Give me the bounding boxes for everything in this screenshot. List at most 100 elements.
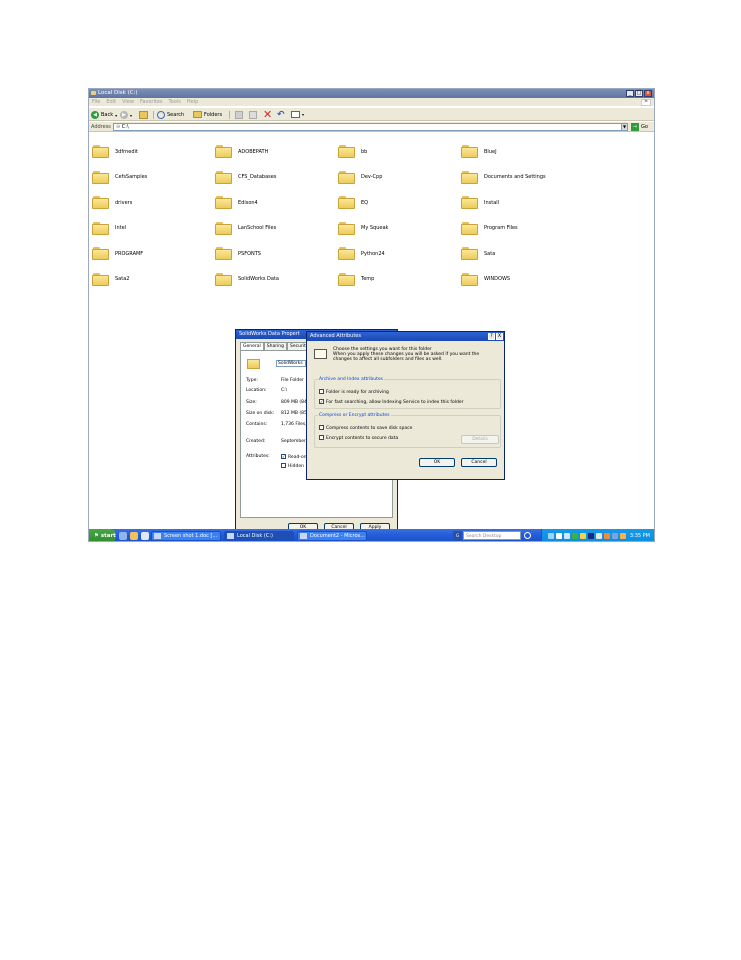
start-button[interactable]: ⚑ start [89, 529, 116, 541]
folders-label: Folders [204, 111, 223, 118]
advanced-ok-button[interactable]: OK [419, 458, 455, 467]
desktop-quicklaunch-icon[interactable] [141, 532, 149, 540]
folder-item[interactable]: Sata [461, 241, 584, 266]
compress-checkbox[interactable] [319, 425, 324, 430]
security-tray-icon[interactable] [556, 533, 562, 539]
menu-favorites[interactable]: Favorites [140, 99, 163, 105]
menu-view[interactable]: View [122, 99, 134, 105]
menu-tools[interactable]: Tools [169, 99, 181, 105]
compress-encrypt-title: Compress or Encrypt attributes [318, 413, 391, 418]
folder-label: SolidWorks Data [238, 276, 279, 283]
folder-name-input[interactable]: SolidWorks [276, 360, 306, 367]
folder-item[interactable]: Dev-Cpp [338, 165, 461, 190]
folder-item[interactable]: PSFONTS [215, 241, 338, 266]
address-input[interactable]: ⊖ C:\ [113, 123, 623, 131]
folder-item[interactable]: Intel [92, 216, 215, 241]
close-button[interactable]: x [644, 90, 652, 97]
up-folder-button[interactable] [139, 111, 148, 119]
tab-sharing[interactable]: Sharing [263, 342, 288, 350]
tab-general[interactable]: General [240, 342, 264, 350]
menu-file[interactable]: File [92, 99, 100, 105]
advanced-title-bar[interactable]: Advanced Attributes ? X [307, 332, 504, 341]
folder-item[interactable]: bb [338, 139, 461, 164]
folder-item[interactable]: ADOBEPATH [215, 139, 338, 164]
back-label: Back [101, 112, 114, 118]
folder-item[interactable]: CFS_Databases [215, 165, 338, 190]
undo-button[interactable]: ↶ [277, 111, 285, 120]
archiving-option[interactable]: Folder is ready for archiving [319, 389, 389, 395]
chevron-down-icon: ▾ [302, 112, 305, 117]
folder-item[interactable]: LanSchool Files [215, 216, 338, 241]
display-tray-icon[interactable] [588, 533, 594, 539]
folder-label: Temp [361, 276, 375, 283]
indexing-checkbox[interactable]: ✓ [319, 399, 324, 404]
archiving-checkbox[interactable] [319, 389, 324, 394]
usb-tray-icon[interactable] [612, 533, 618, 539]
folder-item[interactable]: Python24 [338, 241, 461, 266]
search-desktop-input[interactable]: Search Desktop [463, 531, 521, 540]
folder-item[interactable]: CefsSamples [92, 165, 215, 190]
readonly-checkbox[interactable]: ✓ [281, 454, 286, 459]
folder-item[interactable]: drivers [92, 190, 215, 215]
back-button[interactable]: ◀ Back ▾ [91, 111, 117, 119]
folder-item[interactable]: Install [461, 190, 584, 215]
network-tray-icon[interactable] [548, 533, 554, 539]
compress-option[interactable]: Compress contents to save disk space [319, 425, 412, 431]
forward-button[interactable]: ▶ ▾ [120, 111, 132, 119]
ie-quicklaunch-icon[interactable] [119, 532, 127, 540]
go-button[interactable]: → Go [631, 123, 648, 131]
folder-item[interactable]: 3dfrnedit [92, 139, 215, 164]
google-desktop-icon[interactable]: G [453, 531, 462, 540]
minimize-button[interactable]: _ [626, 90, 634, 97]
folder-label: EQ [361, 199, 369, 206]
menu-edit[interactable]: Edit [106, 99, 116, 105]
copy-to-button[interactable] [249, 111, 257, 119]
hidden-checkbox-row[interactable]: Hidden [281, 463, 304, 469]
folder-item[interactable]: Program Files [461, 216, 584, 241]
alert-tray-icon[interactable] [604, 533, 610, 539]
search-icon[interactable] [524, 532, 531, 539]
volume-tray-icon[interactable] [596, 533, 602, 539]
update-tray-icon[interactable] [564, 533, 570, 539]
advanced-cancel-button[interactable]: Cancel [461, 458, 497, 467]
messenger-tray-icon[interactable] [580, 533, 586, 539]
folder-item[interactable]: SolidWorks Data [215, 267, 338, 292]
prop-key: Attributes: [246, 454, 270, 459]
readonly-checkbox-row[interactable]: ✓ Read-on [281, 454, 307, 460]
folder-item[interactable]: Sata2 [92, 267, 215, 292]
folder-item[interactable]: PROGRAMF [92, 241, 215, 266]
address-dropdown-button[interactable]: ▼ [621, 123, 628, 131]
encrypt-checkbox[interactable] [319, 435, 324, 440]
attributes-icon [314, 349, 327, 359]
folder-item[interactable]: My Squeak [338, 216, 461, 241]
antivirus-tray-icon[interactable] [572, 533, 578, 539]
window-titlebar[interactable]: Local Disk (C:) _ □ x [89, 89, 654, 98]
media-quicklaunch-icon[interactable] [130, 532, 138, 540]
compress-label: Compress contents to save disk space [326, 426, 413, 431]
task-document2[interactable]: Document2 - Micros... [297, 531, 367, 541]
menu-help[interactable]: Help [187, 99, 198, 105]
close-button[interactable]: X [496, 333, 503, 340]
search-button[interactable]: Search [157, 111, 184, 119]
folder-icon [215, 170, 232, 184]
windows-logo-icon: ⚑ [94, 533, 99, 539]
task-screen-shot-doc[interactable]: Screen shot 1.doc [... [151, 531, 221, 541]
folder-item[interactable]: BlueJ [461, 139, 584, 164]
folders-button[interactable]: Folders [193, 111, 222, 118]
help-button[interactable]: ? [488, 333, 495, 340]
folder-item[interactable]: Temp [338, 267, 461, 292]
maximize-button[interactable]: □ [635, 90, 643, 97]
folder-item[interactable]: Documents and Settings [461, 165, 584, 190]
folder-item[interactable]: EQ [338, 190, 461, 215]
folder-icon [338, 247, 355, 261]
power-tray-icon[interactable] [620, 533, 626, 539]
indexing-option[interactable]: ✓ For fast searching, allow Indexing Serv… [319, 399, 463, 405]
move-to-button[interactable] [235, 111, 243, 119]
hidden-checkbox[interactable] [281, 463, 286, 468]
delete-button[interactable]: ✕ [263, 109, 272, 120]
encrypt-option[interactable]: Encrypt contents to secure data [319, 435, 398, 441]
task-local-disk[interactable]: Local Disk (C:) [224, 531, 294, 541]
folder-item[interactable]: Edison4 [215, 190, 338, 215]
views-button[interactable]: ▾ [291, 111, 304, 118]
folder-item[interactable]: WINDOWS [461, 267, 584, 292]
